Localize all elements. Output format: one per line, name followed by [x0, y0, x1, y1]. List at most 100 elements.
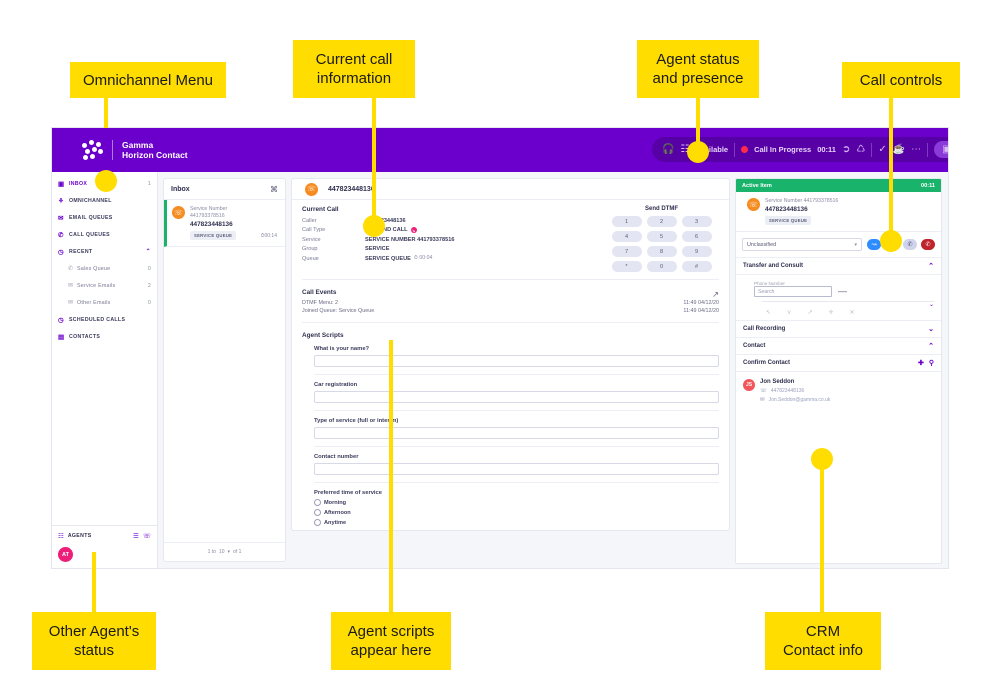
contact-phone[interactable]: ☏ 447823448136 — [760, 388, 830, 394]
sidebar-item-label: CALL QUEUES — [69, 231, 110, 238]
chevron-down-icon[interactable]: ⌄ — [754, 302, 934, 308]
classification-select[interactable]: Unclassified ▾ — [742, 238, 862, 251]
expand-icon[interactable]: ↗ — [712, 290, 719, 299]
pager-per-page[interactable]: 10 — [219, 549, 225, 555]
radio-option-afternoon[interactable]: Afternoon — [314, 509, 719, 516]
divider — [734, 142, 736, 157]
dtmf-key-3[interactable]: 3 — [681, 216, 712, 227]
check-icon[interactable]: ✓ — [878, 144, 886, 155]
script-input[interactable] — [314, 355, 719, 367]
section-call-recording[interactable]: Call Recording ⌄ — [736, 321, 941, 338]
dtmf-key-8[interactable]: 8 — [646, 246, 677, 257]
dtmf-key-2[interactable]: 2 — [646, 216, 677, 227]
script-field: Contact number — [314, 454, 719, 483]
dtmf-key-1[interactable]: 1 — [611, 216, 642, 227]
radio-icon[interactable] — [314, 509, 321, 516]
search-icon[interactable]: ⚲ — [929, 359, 934, 367]
pager-prefix: 1 to — [207, 549, 216, 555]
radio-option-anytime[interactable]: Anytime — [314, 519, 719, 526]
callout-leader — [820, 455, 824, 612]
callout-crm-contact-info: CRM Contact info — [765, 612, 881, 670]
divider — [302, 279, 719, 280]
inbox-card: Inbox ⌘ ☏ Service Number 441793378516 44… — [163, 178, 286, 562]
dtmf-key-4[interactable]: 4 — [611, 231, 642, 242]
inbox-icon: ▣ — [58, 180, 65, 188]
dtmf-key-5[interactable]: 5 — [646, 231, 677, 242]
dtmf-key-#[interactable]: # — [681, 261, 712, 272]
list-item[interactable]: ☏ Service Number 441793378516 4478234481… — [164, 200, 285, 247]
contact-email[interactable]: ✉ Jon.Seddon@gamma.co.uk — [760, 397, 830, 403]
filter-icon[interactable]: ⌘ — [270, 185, 278, 194]
transfer-button[interactable]: ↝ — [867, 239, 881, 250]
divider — [314, 446, 719, 447]
inbound-icon: ↘ — [410, 227, 417, 234]
script-label: What is your name? — [314, 346, 370, 352]
current-call-row: Group SERVICE — [302, 245, 604, 255]
script-input[interactable] — [314, 391, 719, 403]
email-icon: ✉ — [68, 283, 74, 289]
sidebar-item-service-emails[interactable]: ✉ Service Emails 2 — [52, 277, 157, 294]
add-icon[interactable]: ✚ — [918, 359, 924, 367]
people-filter-icon[interactable]: ☰ — [133, 532, 139, 540]
callout-other-agents-status: Other Agent's status — [32, 612, 156, 670]
contact-card[interactable]: JS Jon Seddon ☏ 447823448136 ✉ Jon.Seddo… — [736, 372, 941, 410]
cup-icon[interactable]: ☕ — [893, 144, 905, 155]
chevron-up-icon: ⌃ — [928, 263, 934, 270]
add-icon[interactable]: ✛ — [828, 309, 833, 316]
agent-chip[interactable]: ▣ Agent Two — [934, 141, 948, 158]
dtmf-title: Send DTMF — [645, 206, 678, 212]
hangup-button[interactable]: ✆ — [921, 239, 935, 250]
sidebar-item-email-queues[interactable]: ✉ EMAIL QUEUES — [52, 209, 157, 226]
logo-divider — [112, 140, 113, 160]
search-icon[interactable]: ↖ — [766, 309, 771, 316]
sidebar-item-scheduled-calls[interactable]: ◷ SCHEDULED CALLS — [52, 311, 157, 328]
inbox-header: Inbox ⌘ — [164, 179, 285, 200]
active-item-timer: 00:11 — [921, 182, 935, 189]
current-call-row: Caller +447823448136 — [302, 216, 604, 226]
script-input[interactable] — [314, 427, 719, 439]
sidebar-item-omnichannel[interactable]: ⚘ OMNICHANNEL — [52, 192, 157, 209]
merge-icon[interactable]: ⋎ — [787, 309, 791, 316]
more-icon[interactable]: ⋯ — [911, 144, 921, 155]
divider — [314, 374, 719, 375]
section-contact[interactable]: Contact ⌃ — [736, 338, 941, 355]
cancel-icon[interactable]: ✕ — [850, 309, 855, 316]
hold-button[interactable]: ✆ — [903, 239, 917, 250]
current-call-title: Current Call — [302, 206, 339, 213]
script-input[interactable] — [314, 463, 719, 475]
transfer-search-input[interactable]: Search — [754, 286, 832, 297]
sidebar-item-other-emails[interactable]: ✉ Other Emails 0 — [52, 294, 157, 311]
call-event-row: Joined Queue: Service Queue 11:49 04/12/2… — [302, 307, 719, 315]
radio-label: Afternoon — [324, 509, 351, 516]
radio-icon[interactable] — [314, 519, 321, 526]
remove-icon[interactable]: — — [838, 287, 847, 296]
section-transfer-and-consult[interactable]: Transfer and Consult ⌃ — [736, 258, 941, 275]
dtmf-key-6[interactable]: 6 — [681, 231, 712, 242]
dtmf-key-9[interactable]: 9 — [681, 246, 712, 257]
sidebar-item-sales-queue[interactable]: ✆ Sales Queue 0 — [52, 260, 157, 277]
sidebar-item-contacts[interactable]: ▤ CONTACTS — [52, 328, 157, 345]
sidebar-item-recent[interactable]: ◷ RECENT ⌃ — [52, 243, 157, 260]
service-line: Service Number 441793378516 — [765, 198, 839, 204]
dtmf-keypad: Send DTMF 1 2 3 4 5 6 7 8 9 * 0 # — [604, 206, 719, 272]
queue-timer: ⏱ 00:04 — [413, 255, 433, 262]
pagination: 1 to 10 ▾ of 1 — [164, 542, 285, 561]
chevron-down-icon[interactable]: ▾ — [228, 549, 231, 555]
phone-icon[interactable]: ☏ — [143, 532, 151, 540]
forward-icon[interactable]: ➲ — [842, 144, 850, 155]
radio-icon[interactable] — [314, 499, 321, 506]
dtmf-key-0[interactable]: 0 — [646, 261, 677, 272]
headset-icon[interactable]: 🎧 — [662, 144, 674, 155]
dtmf-key-*[interactable]: * — [611, 261, 642, 272]
transfer-icon[interactable]: ↗ — [807, 309, 812, 316]
call-detail-header: ☏ 447823448136 — [292, 179, 729, 200]
radio-group-label: Preferred time of service — [314, 490, 382, 496]
app-body: ▣ INBOX 1 ⚘ OMNICHANNEL ✉ EMAIL QUEUES ✆ CALL QU… — [52, 172, 948, 568]
dtmf-key-7[interactable]: 7 — [611, 246, 642, 257]
agent-avatar[interactable]: AT — [58, 547, 73, 562]
event-text: DTMF Menu: 2 — [302, 300, 338, 306]
radio-option-morning[interactable]: Morning — [314, 499, 719, 506]
call-controls: Unclassified ▾ ↝▮✆✆ — [736, 232, 941, 258]
sidebar-item-call-queues[interactable]: ✆ CALL QUEUES — [52, 226, 157, 243]
refresh-icon[interactable]: ♺ — [856, 144, 865, 155]
